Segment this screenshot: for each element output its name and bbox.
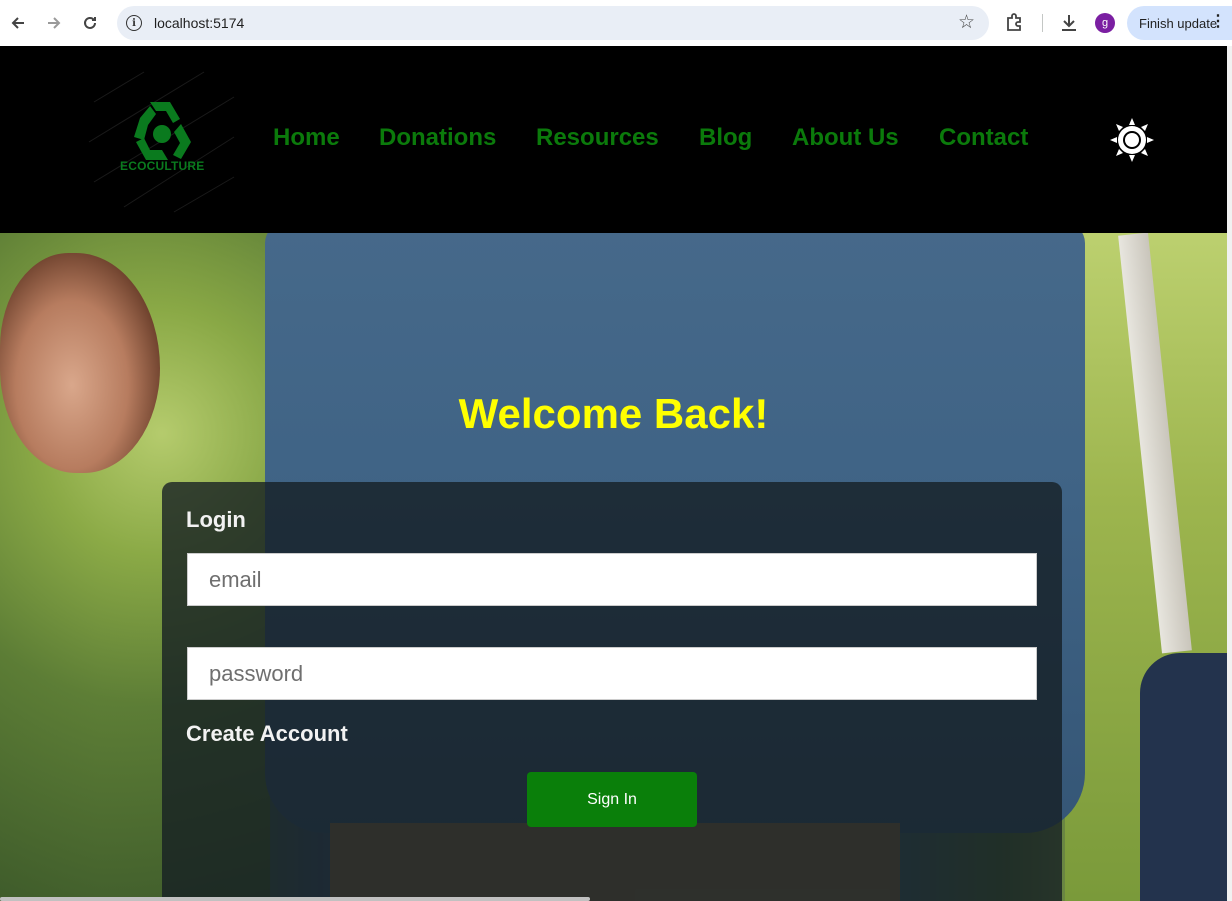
address-bar[interactable]: i localhost:5174 ☆ bbox=[117, 6, 989, 40]
nav-blog[interactable]: Blog bbox=[699, 124, 752, 152]
nav-resources[interactable]: Resources bbox=[536, 124, 659, 152]
password-field[interactable] bbox=[187, 647, 1037, 700]
browser-toolbar: i localhost:5174 ☆ g Finish update ⋮ bbox=[0, 0, 1232, 46]
nav-home[interactable]: Home bbox=[273, 124, 340, 152]
nav-donations[interactable]: Donations bbox=[379, 124, 496, 152]
logo-text: ECOCULTURE bbox=[120, 159, 205, 173]
sun-icon[interactable] bbox=[1110, 118, 1154, 162]
vertical-scrollbar[interactable] bbox=[1227, 46, 1232, 901]
login-title: Login bbox=[186, 507, 246, 532]
forward-icon[interactable] bbox=[36, 5, 72, 41]
email-field[interactable] bbox=[187, 553, 1037, 606]
reload-icon[interactable] bbox=[72, 5, 108, 41]
nav-about-us[interactable]: About Us bbox=[792, 124, 899, 152]
extensions-icon[interactable] bbox=[1003, 11, 1027, 35]
profile-avatar[interactable]: g bbox=[1095, 13, 1115, 33]
create-account-link[interactable]: Create Account bbox=[186, 721, 348, 747]
toolbar-divider bbox=[1042, 14, 1043, 32]
site-header: ECOCULTURE Home Donations Resources Blog… bbox=[0, 46, 1227, 233]
login-card: Login Create Account Sign In bbox=[162, 482, 1062, 901]
url-text[interactable]: localhost:5174 bbox=[154, 15, 244, 31]
nav-contact[interactable]: Contact bbox=[939, 124, 1028, 152]
finish-update-label: Finish update bbox=[1139, 15, 1218, 31]
background-person-right bbox=[1140, 653, 1227, 901]
site-info-icon[interactable]: i bbox=[126, 15, 142, 31]
finish-update-button[interactable]: Finish update ⋮ bbox=[1127, 6, 1232, 40]
welcome-heading: Welcome Back! bbox=[458, 390, 769, 437]
download-icon[interactable] bbox=[1057, 11, 1081, 35]
back-icon[interactable] bbox=[0, 5, 36, 41]
more-menu-icon[interactable]: ⋮ bbox=[1210, 14, 1226, 30]
ecoculture-logo[interactable] bbox=[84, 62, 236, 214]
sign-in-button[interactable]: Sign In bbox=[527, 772, 697, 827]
horizontal-scrollbar[interactable] bbox=[0, 897, 590, 901]
bookmark-star-icon[interactable]: ☆ bbox=[958, 11, 975, 34]
